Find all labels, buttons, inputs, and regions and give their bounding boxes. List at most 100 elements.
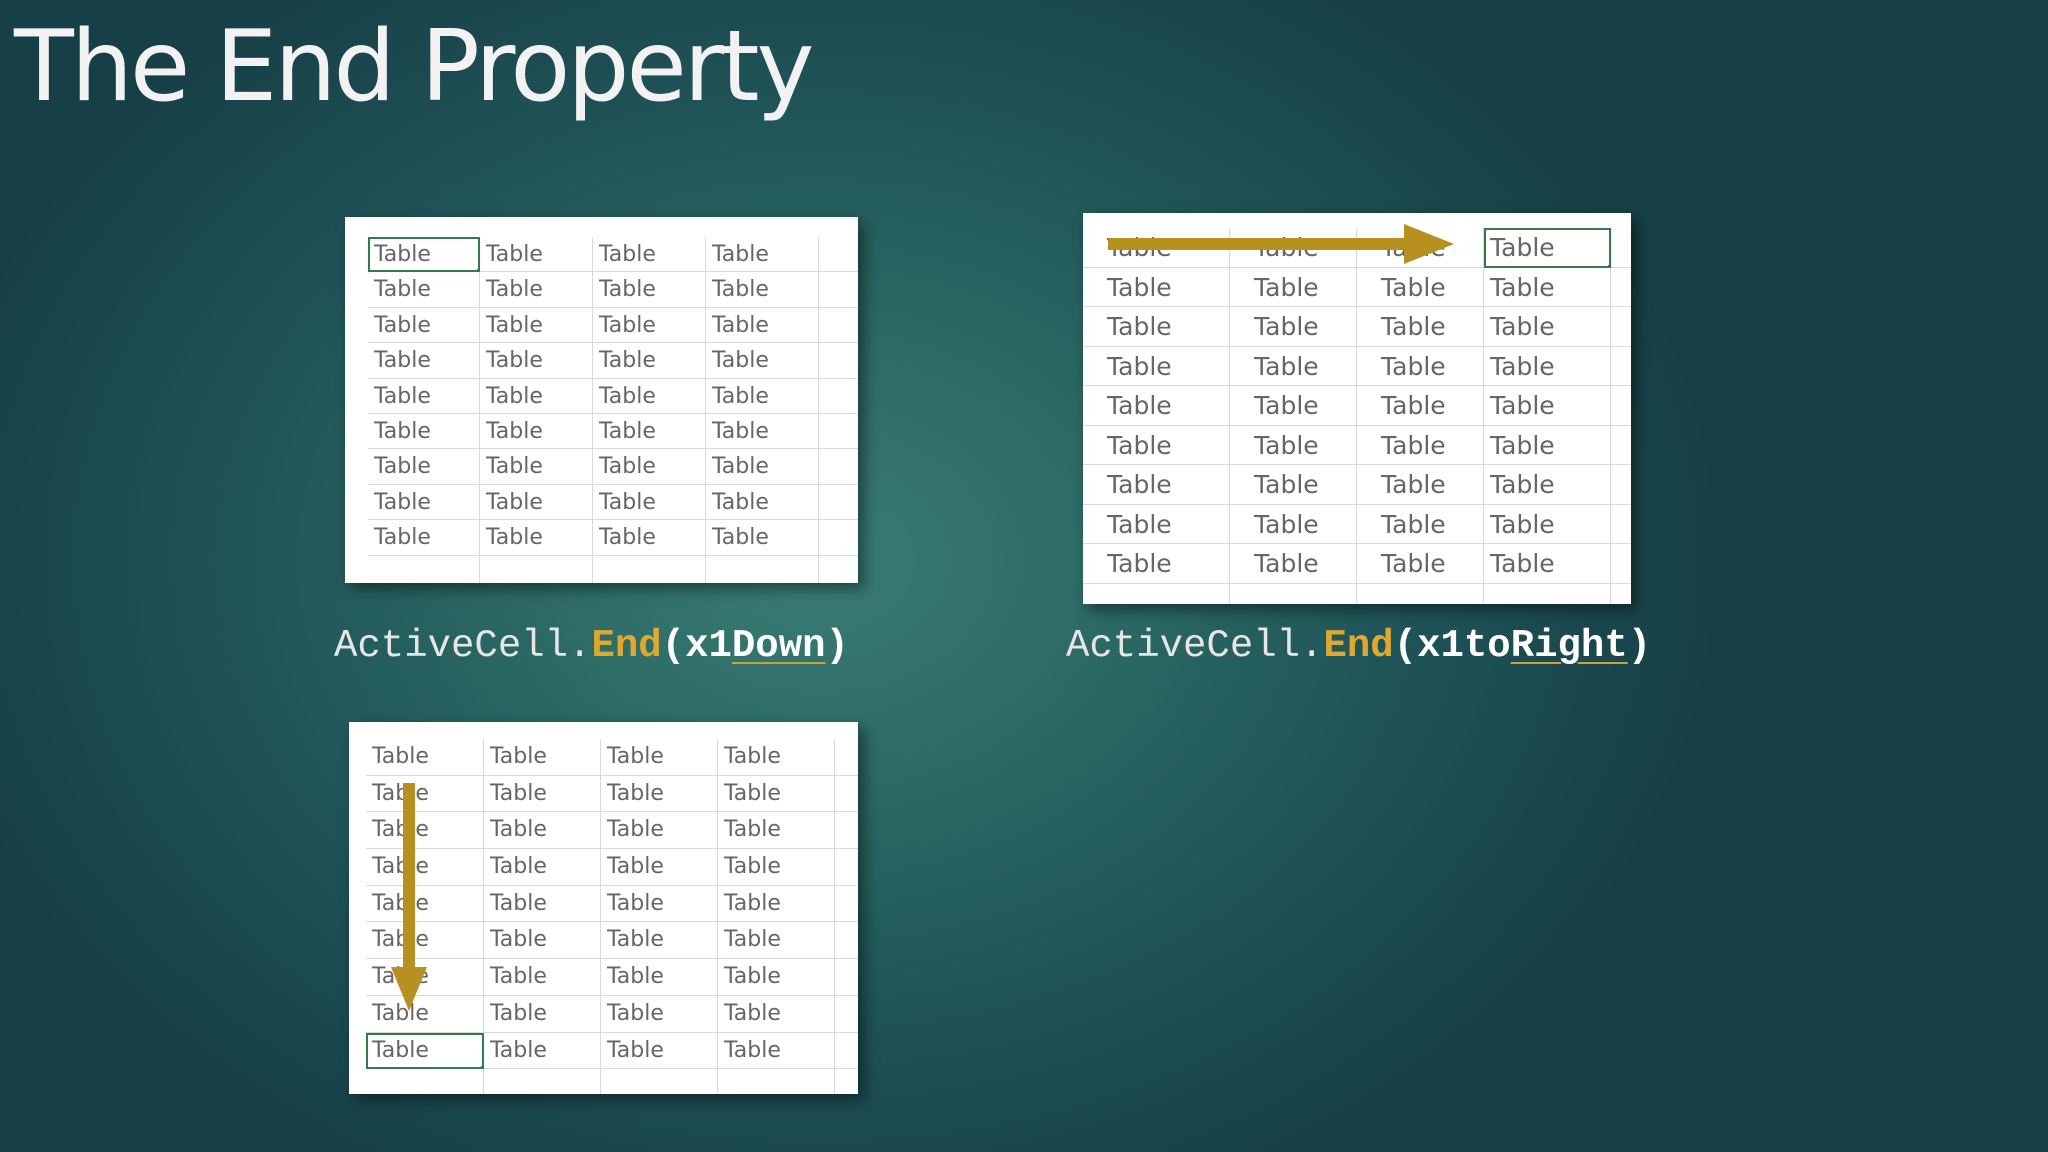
table-cell[interactable]: Table xyxy=(1484,346,1611,386)
table-cell[interactable]: Table xyxy=(1357,465,1484,505)
table-cell[interactable]: Table xyxy=(368,272,480,308)
table-cell[interactable]: Table xyxy=(718,885,835,923)
table-cell[interactable]: Table xyxy=(718,1032,835,1070)
table-cell[interactable]: Table xyxy=(601,959,718,996)
table-cell[interactable]: Table xyxy=(706,449,819,485)
table-cell[interactable]: Table xyxy=(366,995,484,1033)
table-cell[interactable]: Table xyxy=(601,775,718,813)
table-cell[interactable]: Table xyxy=(718,775,835,813)
table-cell[interactable]: Table xyxy=(1357,307,1484,347)
empty-cell[interactable] xyxy=(1230,583,1357,604)
table-cell[interactable]: Table xyxy=(706,520,819,556)
table-cell[interactable]: Table xyxy=(706,484,819,521)
table-cell[interactable]: Table xyxy=(366,739,484,776)
empty-cell[interactable] xyxy=(835,776,858,813)
empty-cell[interactable] xyxy=(835,996,858,1033)
table-cell[interactable]: Table xyxy=(368,449,480,485)
empty-cell[interactable] xyxy=(819,343,858,379)
table-cell[interactable]: Table xyxy=(368,343,480,379)
empty-cell[interactable] xyxy=(368,555,480,583)
table-cell[interactable]: Table xyxy=(706,307,819,344)
empty-cell[interactable] xyxy=(819,379,858,414)
table-cell[interactable]: Table xyxy=(1083,307,1230,347)
table-cell[interactable]: Table xyxy=(368,307,480,344)
table-cell[interactable]: Table xyxy=(368,413,480,450)
table-cell[interactable]: Table xyxy=(706,272,819,308)
table-cell[interactable]: Table xyxy=(1357,228,1484,268)
table-cell[interactable]: Table xyxy=(601,739,718,776)
table-cell[interactable]: Table xyxy=(484,812,601,850)
table-cell[interactable]: Table xyxy=(601,885,718,923)
table-cell[interactable]: Table xyxy=(1484,465,1611,505)
empty-cell[interactable] xyxy=(718,1069,835,1094)
table-cell[interactable]: Table xyxy=(484,995,601,1033)
empty-cell[interactable] xyxy=(1611,228,1631,268)
empty-cell[interactable] xyxy=(601,1069,718,1094)
table-cell[interactable]: Table xyxy=(1083,504,1230,544)
table-cell[interactable]: Table xyxy=(593,307,706,344)
empty-cell[interactable] xyxy=(480,555,593,583)
table-cell[interactable]: Table xyxy=(1083,228,1230,268)
empty-cell[interactable] xyxy=(366,1069,484,1094)
table-cell[interactable]: Table xyxy=(1230,386,1357,426)
table-cell[interactable]: Table xyxy=(601,849,718,886)
table-cell[interactable]: Table xyxy=(718,995,835,1033)
table-cell[interactable]: Table xyxy=(593,413,706,450)
empty-cell[interactable] xyxy=(1611,347,1631,386)
table-cell[interactable]: Table xyxy=(593,272,706,308)
table-cell[interactable]: Table xyxy=(368,520,480,556)
table-cell[interactable]: Table xyxy=(484,739,601,776)
active-cell[interactable]: Table xyxy=(1484,228,1611,268)
table-cell[interactable]: Table xyxy=(484,922,601,960)
table-cell[interactable]: Table xyxy=(1230,425,1357,465)
empty-cell[interactable] xyxy=(819,556,858,583)
table-cell[interactable]: Table xyxy=(1230,267,1357,307)
table-cell[interactable]: Table xyxy=(593,378,706,414)
table-cell[interactable]: Table xyxy=(718,739,835,776)
empty-cell[interactable] xyxy=(1611,386,1631,426)
table-cell[interactable]: Table xyxy=(480,307,593,344)
table-cell[interactable]: Table xyxy=(480,237,593,273)
table-cell[interactable]: Table xyxy=(366,959,484,996)
table-cell[interactable]: Table xyxy=(480,413,593,450)
table-cell[interactable]: Table xyxy=(718,922,835,960)
table-cell[interactable]: Table xyxy=(484,849,601,886)
table-cell[interactable]: Table xyxy=(1484,504,1611,544)
table-cell[interactable]: Table xyxy=(366,775,484,813)
table-cell[interactable]: Table xyxy=(1230,228,1357,268)
empty-cell[interactable] xyxy=(819,520,858,556)
table-cell[interactable]: Table xyxy=(601,922,718,960)
table-cell[interactable]: Table xyxy=(368,378,480,414)
table-cell[interactable]: Table xyxy=(1230,307,1357,347)
table-cell[interactable]: Table xyxy=(1083,465,1230,505)
empty-cell[interactable] xyxy=(1611,505,1631,544)
table-cell[interactable]: Table xyxy=(601,1032,718,1070)
table-cell[interactable]: Table xyxy=(484,959,601,996)
empty-cell[interactable] xyxy=(835,1033,858,1070)
table-cell[interactable]: Table xyxy=(366,922,484,960)
table-cell[interactable]: Table xyxy=(1484,425,1611,465)
table-cell[interactable]: Table xyxy=(706,413,819,450)
table-cell[interactable]: Table xyxy=(484,885,601,923)
table-cell[interactable]: Table xyxy=(1083,267,1230,307)
table-cell[interactable]: Table xyxy=(480,378,593,414)
empty-cell[interactable] xyxy=(593,555,706,583)
empty-cell[interactable] xyxy=(835,1069,858,1094)
table-cell[interactable]: Table xyxy=(706,343,819,379)
empty-cell[interactable] xyxy=(819,449,858,485)
empty-cell[interactable] xyxy=(484,1069,601,1094)
empty-cell[interactable] xyxy=(819,485,858,521)
table-cell[interactable]: Table xyxy=(366,812,484,850)
table-cell[interactable]: Table xyxy=(593,484,706,521)
empty-cell[interactable] xyxy=(819,308,858,344)
table-cell[interactable]: Table xyxy=(480,343,593,379)
table-cell[interactable]: Table xyxy=(1357,346,1484,386)
table-cell[interactable]: Table xyxy=(593,449,706,485)
table-cell[interactable]: Table xyxy=(1083,544,1230,584)
table-cell[interactable]: Table xyxy=(1357,267,1484,307)
table-cell[interactable]: Table xyxy=(718,959,835,996)
empty-cell[interactable] xyxy=(835,922,858,960)
empty-cell[interactable] xyxy=(706,555,819,583)
empty-cell[interactable] xyxy=(1611,307,1631,347)
empty-cell[interactable] xyxy=(1611,584,1631,605)
